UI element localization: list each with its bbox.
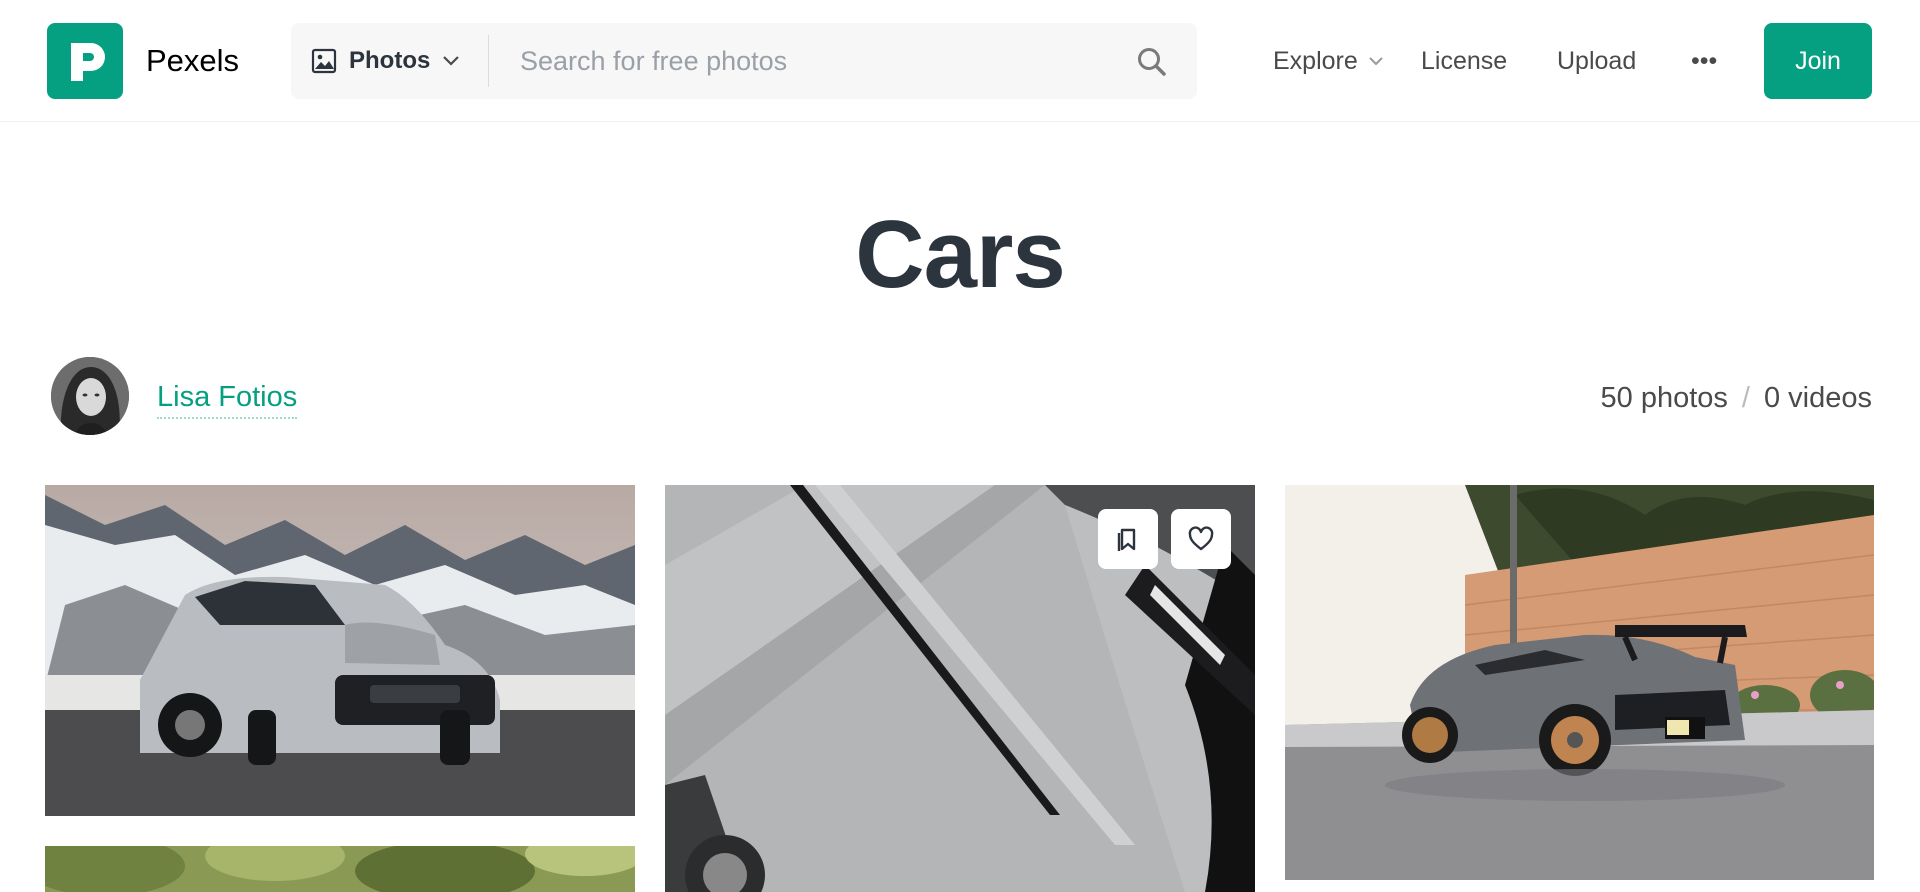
search-icon[interactable] xyxy=(1135,45,1169,79)
pexels-logo-icon[interactable] xyxy=(47,23,123,99)
photo-count[interactable]: 50 photos xyxy=(1601,382,1728,415)
search-type-select[interactable]: Photos xyxy=(311,23,460,99)
heart-icon xyxy=(1188,526,1214,551)
photo-image xyxy=(45,846,635,892)
collection-title: Cars xyxy=(855,201,1065,308)
join-button[interactable]: Join xyxy=(1764,23,1872,99)
search-type-label: Photos xyxy=(349,47,431,74)
brand-name[interactable]: Pexels xyxy=(146,43,239,79)
collection-counts: 50 photos / 0 videos xyxy=(1601,382,1872,415)
nav-explore[interactable]: Explore xyxy=(1273,0,1384,122)
photo-image xyxy=(45,485,635,816)
photo-card[interactable] xyxy=(665,485,1255,892)
photo-card[interactable] xyxy=(45,846,635,892)
photo-card[interactable] xyxy=(45,485,635,816)
more-menu-button[interactable]: ••• xyxy=(1691,0,1717,122)
bookmark-collect-icon xyxy=(1117,528,1136,551)
chevron-down-icon xyxy=(1369,57,1383,66)
image-icon xyxy=(311,48,337,74)
chevron-down-icon xyxy=(443,56,460,66)
nav-explore-label: Explore xyxy=(1273,46,1358,75)
search-input[interactable] xyxy=(520,37,1120,85)
nav-upload[interactable]: Upload xyxy=(1557,0,1636,122)
search-divider xyxy=(488,35,489,87)
like-button[interactable] xyxy=(1171,509,1231,569)
photo-image xyxy=(1285,485,1874,880)
site-header: Pexels Photos Explore License xyxy=(0,0,1920,122)
avatar[interactable] xyxy=(51,357,129,435)
photo-image xyxy=(665,485,1255,892)
photo-card[interactable] xyxy=(1285,485,1874,880)
search-bar: Photos xyxy=(291,23,1197,99)
video-count[interactable]: 0 videos xyxy=(1764,382,1872,415)
collection-owner-link[interactable]: Lisa Fotios xyxy=(157,381,298,419)
count-separator: / xyxy=(1741,382,1750,414)
nav-license[interactable]: License xyxy=(1421,0,1507,122)
collect-button[interactable] xyxy=(1098,509,1158,569)
